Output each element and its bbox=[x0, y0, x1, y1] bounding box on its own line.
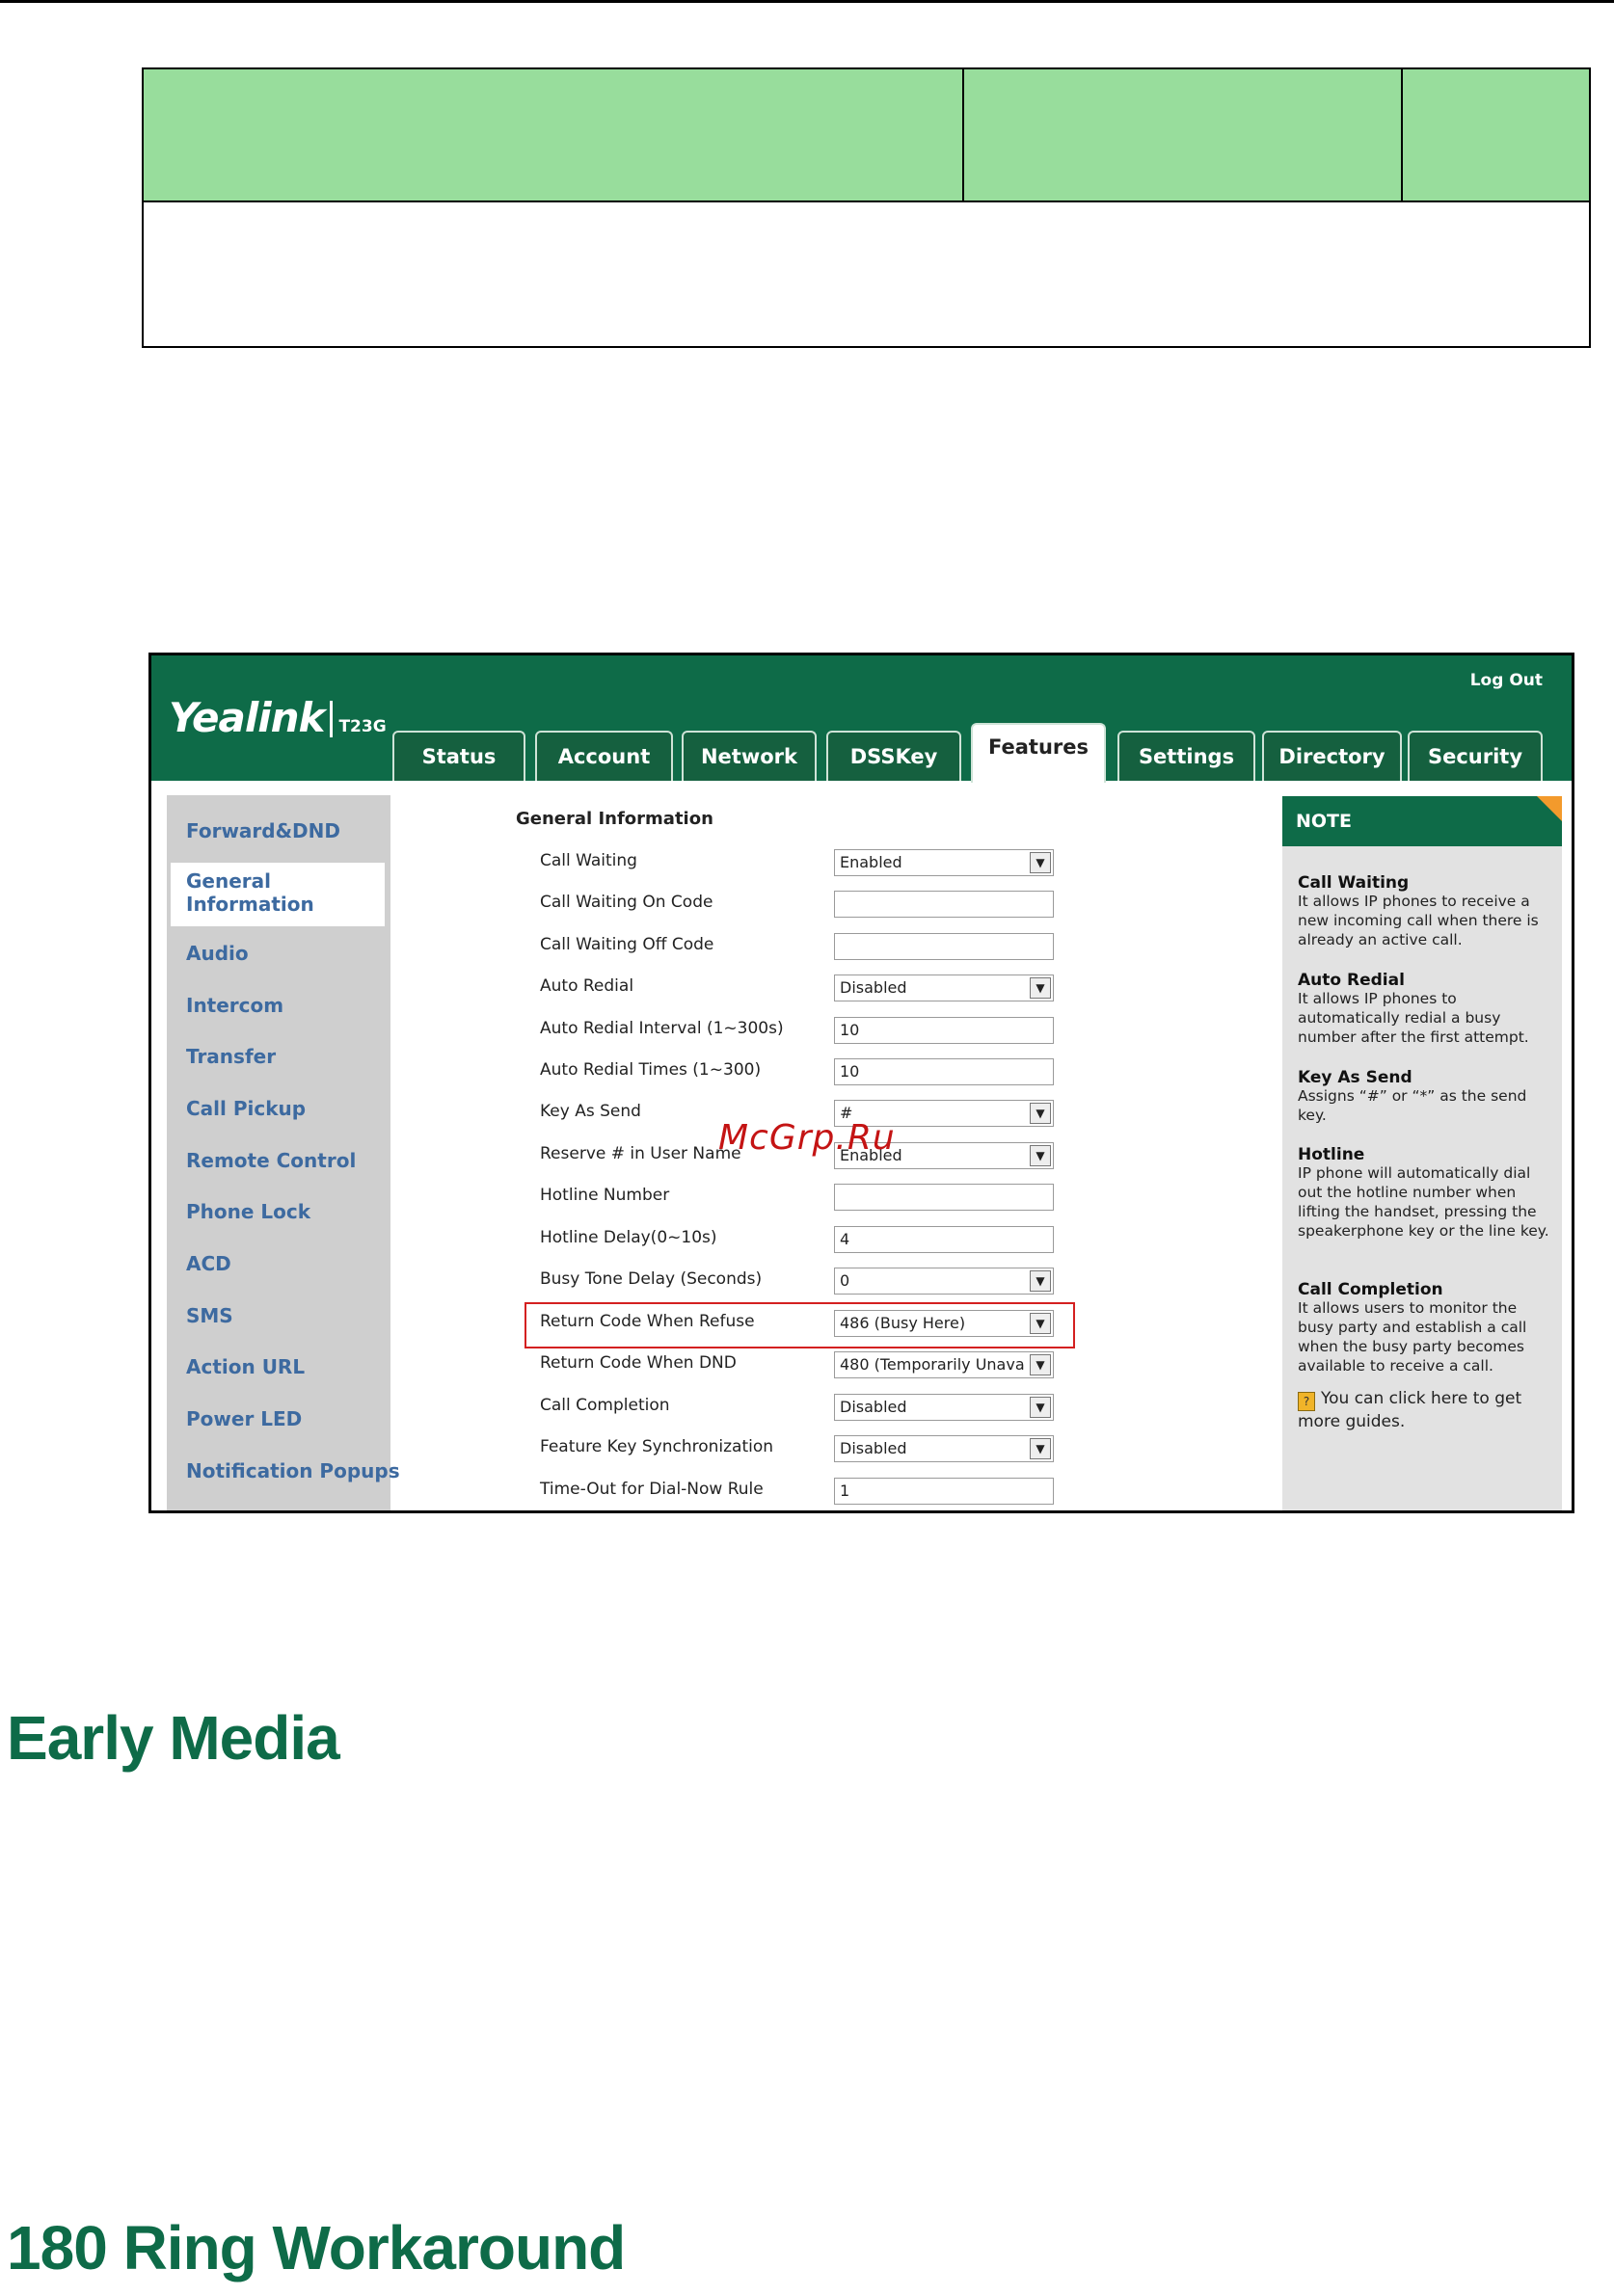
select-value: 0 bbox=[840, 1271, 850, 1290]
parameter-table bbox=[142, 67, 1591, 348]
field-label-call-waiting: Call Waiting bbox=[540, 851, 637, 870]
guide-icon: ? bbox=[1298, 1392, 1315, 1411]
sidebar-item-forward-dnd[interactable]: Forward&DND bbox=[186, 819, 340, 842]
web-ui-screenshot: Yealink T23G Log Out Status Account Netwo… bbox=[148, 653, 1574, 1513]
note-corner-icon bbox=[1537, 796, 1562, 821]
tab-status[interactable]: Status bbox=[392, 731, 525, 781]
tab-dsskey[interactable]: DSSKey bbox=[826, 731, 961, 781]
highlight-box bbox=[525, 1302, 1075, 1348]
field-label-auto-redial-interval: Auto Redial Interval (1~300s) bbox=[540, 1019, 784, 1038]
note-title-hotline: Hotline bbox=[1298, 1145, 1365, 1164]
note-header: NOTE bbox=[1282, 796, 1562, 846]
return-code-dnd-select[interactable]: 480 (Temporarily Unava ▼ bbox=[834, 1351, 1054, 1378]
select-value: Enabled bbox=[840, 853, 902, 871]
sidebar-item-action-url[interactable]: Action URL bbox=[186, 1355, 305, 1378]
heading-180-ring-workaround: 180 Ring Workaround bbox=[7, 2213, 626, 2283]
tab-network[interactable]: Network bbox=[682, 731, 817, 781]
sidebar-item-general-information[interactable]: General Information bbox=[186, 869, 331, 916]
field-label-auto-redial: Auto Redial bbox=[540, 976, 634, 996]
tab-features[interactable]: Features bbox=[971, 723, 1106, 783]
select-value: Disabled bbox=[840, 1439, 907, 1457]
logo-model: T23G bbox=[338, 717, 387, 736]
chevron-down-icon[interactable]: ▼ bbox=[1030, 1145, 1051, 1166]
sidebar-item-audio[interactable]: Audio bbox=[186, 942, 249, 965]
chevron-down-icon[interactable]: ▼ bbox=[1030, 1397, 1051, 1418]
chevron-down-icon[interactable]: ▼ bbox=[1030, 1270, 1051, 1292]
sidebar-item-call-pickup[interactable]: Call Pickup bbox=[186, 1097, 306, 1120]
field-label-hotline-number: Hotline Number bbox=[540, 1186, 670, 1205]
top-rule bbox=[0, 0, 1614, 3]
select-value: Disabled bbox=[840, 1398, 907, 1416]
field-label-key-as-send: Key As Send bbox=[540, 1102, 641, 1121]
auto-redial-select[interactable]: Disabled ▼ bbox=[834, 974, 1054, 1001]
call-waiting-select[interactable]: Enabled ▼ bbox=[834, 849, 1054, 876]
field-label-dial-now-timeout: Time-Out for Dial-Now Rule bbox=[540, 1480, 764, 1499]
note-title-call-waiting: Call Waiting bbox=[1298, 873, 1410, 893]
chevron-down-icon[interactable]: ▼ bbox=[1030, 1354, 1051, 1375]
hotline-number-input[interactable] bbox=[834, 1184, 1054, 1211]
select-value: Disabled bbox=[840, 978, 907, 997]
table-header-cell-3 bbox=[1403, 69, 1591, 200]
call-waiting-off-code-input[interactable] bbox=[834, 933, 1054, 960]
note-text-hotline: IP phone will automatically dial out the… bbox=[1298, 1164, 1549, 1240]
logo-separator bbox=[330, 701, 334, 737]
field-label-call-completion: Call Completion bbox=[540, 1396, 670, 1415]
field-label-feature-key-sync: Feature Key Synchronization bbox=[540, 1437, 774, 1456]
busy-tone-delay-select[interactable]: 0 ▼ bbox=[834, 1268, 1054, 1295]
field-label-call-waiting-on-code: Call Waiting On Code bbox=[540, 893, 713, 912]
chevron-down-icon[interactable]: ▼ bbox=[1030, 1103, 1051, 1124]
tab-settings[interactable]: Settings bbox=[1117, 731, 1255, 781]
table-header-row bbox=[144, 69, 1589, 202]
table-body-row bbox=[144, 202, 1589, 346]
sidebar-item-intercom[interactable]: Intercom bbox=[186, 994, 283, 1017]
note-title-auto-redial: Auto Redial bbox=[1298, 971, 1405, 990]
feature-key-sync-select[interactable]: Disabled ▼ bbox=[834, 1435, 1054, 1462]
sidebar-item-transfer[interactable]: Transfer bbox=[186, 1045, 276, 1068]
yealink-logo: Yealink T23G bbox=[169, 694, 387, 741]
sidebar-item-phone-lock[interactable]: Phone Lock bbox=[186, 1200, 310, 1223]
call-completion-select[interactable]: Disabled ▼ bbox=[834, 1394, 1054, 1421]
note-text-call-waiting: It allows IP phones to receive a new inc… bbox=[1298, 893, 1539, 948]
sidebar-item-acd[interactable]: ACD bbox=[186, 1252, 231, 1275]
field-label-busy-tone-delay: Busy Tone Delay (Seconds) bbox=[540, 1269, 763, 1289]
note-text-call-completion: It allows users to monitor the busy part… bbox=[1298, 1299, 1527, 1375]
dial-now-timeout-input[interactable]: 1 bbox=[834, 1478, 1054, 1505]
note-text-auto-redial: It allows IP phones to automatically red… bbox=[1298, 990, 1529, 1046]
tab-account[interactable]: Account bbox=[535, 731, 673, 781]
section-title: General Information bbox=[516, 809, 713, 829]
hotline-delay-input[interactable]: 4 bbox=[834, 1226, 1054, 1253]
note-title-call-completion: Call Completion bbox=[1298, 1280, 1443, 1299]
call-waiting-on-code-input[interactable] bbox=[834, 891, 1054, 918]
heading-early-media: Early Media bbox=[7, 1703, 340, 1773]
note-text-key-as-send: Assigns “#” or “*” as the send key. bbox=[1298, 1087, 1527, 1124]
guide-link[interactable]: ? You can click here to get more guides. bbox=[1298, 1388, 1550, 1432]
sidebar-item-power-led[interactable]: Power LED bbox=[186, 1407, 302, 1430]
sidebar-item-remote-control[interactable]: Remote Control bbox=[186, 1149, 356, 1172]
sidebar-item-notification-popups[interactable]: Notification Popups bbox=[186, 1459, 400, 1482]
note-panel: NOTE Call Waiting It allows IP phones to… bbox=[1282, 796, 1562, 1510]
tab-directory[interactable]: Directory bbox=[1262, 731, 1402, 781]
note-title-key-as-send: Key As Send bbox=[1298, 1068, 1412, 1087]
select-value: 480 (Temporarily Unava bbox=[840, 1355, 1025, 1374]
tab-security[interactable]: Security bbox=[1408, 731, 1543, 781]
table-header-cell-2 bbox=[964, 69, 1403, 200]
chevron-down-icon[interactable]: ▼ bbox=[1030, 1438, 1051, 1459]
field-label-call-waiting-off-code: Call Waiting Off Code bbox=[540, 935, 714, 954]
chevron-down-icon[interactable]: ▼ bbox=[1030, 977, 1051, 999]
chevron-down-icon[interactable]: ▼ bbox=[1030, 852, 1051, 873]
logout-link[interactable]: Log Out bbox=[1470, 671, 1543, 690]
auto-redial-times-input[interactable]: 10 bbox=[834, 1058, 1054, 1085]
watermark: McGrp.Ru bbox=[718, 1118, 896, 1158]
guide-text: You can click here to get more guides. bbox=[1298, 1389, 1522, 1431]
logo-brand: Yealink bbox=[169, 694, 325, 741]
field-label-auto-redial-times: Auto Redial Times (1~300) bbox=[540, 1060, 762, 1080]
field-label-return-code-dnd: Return Code When DND bbox=[540, 1353, 737, 1373]
sidebar-item-sms[interactable]: SMS bbox=[186, 1304, 233, 1327]
field-label-hotline-delay: Hotline Delay(0~10s) bbox=[540, 1228, 717, 1247]
banner: Yealink T23G Log Out Status Account Netwo… bbox=[151, 655, 1572, 783]
field-label-reserve-hash: Reserve # in User Name bbox=[540, 1144, 741, 1163]
table-header-cell-1 bbox=[144, 69, 964, 200]
auto-redial-interval-input[interactable]: 10 bbox=[834, 1017, 1054, 1044]
